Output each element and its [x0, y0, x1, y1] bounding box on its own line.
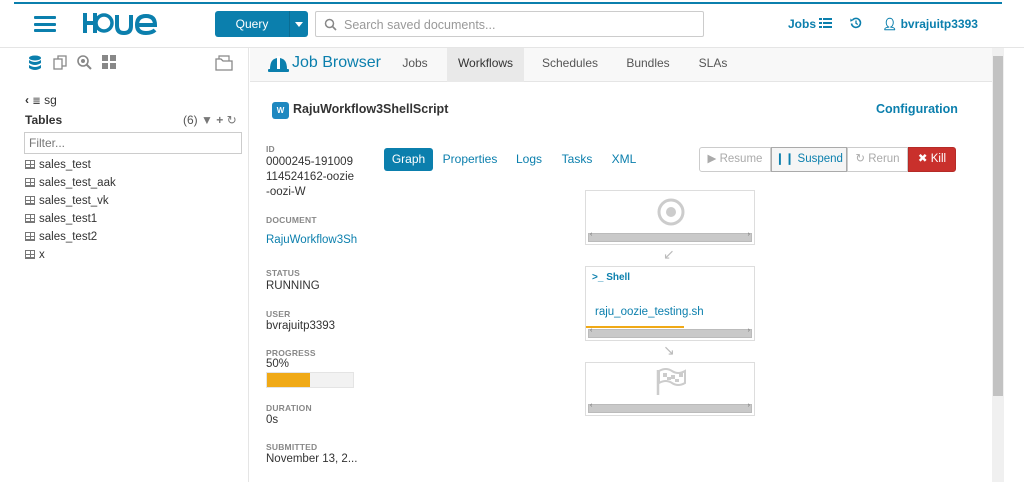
- user-menu[interactable]: 👤︎ bvrajuitp3393: [882, 17, 978, 31]
- table-icon: [25, 196, 35, 205]
- documents-icon[interactable]: [53, 55, 68, 70]
- start-node[interactable]: [585, 190, 755, 245]
- filter-icon[interactable]: ▼︎: [201, 113, 213, 127]
- left-assist-panel: ‹ ≣ sg Tables (6) ▼︎ + ↻ sales_test sale…: [0, 48, 249, 482]
- shell-action-label: Shell: [606, 272, 631, 283]
- query-button[interactable]: Query: [215, 11, 289, 37]
- table-item[interactable]: x: [25, 249, 45, 261]
- database-icon[interactable]: [28, 55, 42, 71]
- rerun-button[interactable]: ↻ Rerun: [847, 147, 908, 172]
- refresh-icon[interactable]: ↻: [227, 113, 237, 127]
- tab-tasks[interactable]: Tasks: [558, 148, 596, 171]
- rerun-icon: ↻: [855, 153, 866, 165]
- tab-logs[interactable]: Logs: [512, 148, 546, 171]
- table-item[interactable]: sales_test_vk: [25, 195, 109, 207]
- suspend-button[interactable]: ❙❙ Suspend: [771, 147, 847, 172]
- table-icon: [25, 178, 35, 187]
- hue-logo[interactable]: [82, 8, 162, 38]
- job-browser-title: Job Browser: [292, 54, 381, 71]
- back-chevron-icon[interactable]: ‹: [25, 93, 29, 107]
- workflow-icon: W: [272, 102, 289, 119]
- finish-flag-icon: [656, 368, 686, 395]
- terminal-icon: >_: [592, 272, 604, 283]
- job-browser-hardhat-icon: [268, 56, 289, 72]
- table-item[interactable]: sales_test2: [25, 231, 97, 243]
- page-scrollbar-thumb[interactable]: [993, 56, 1003, 396]
- submitted-value: November 13, 2...: [266, 453, 358, 465]
- document-link[interactable]: RajuWorkflow3Sh: [266, 234, 357, 246]
- query-dropdown-caret-icon[interactable]: [289, 11, 308, 37]
- tab-graph[interactable]: Graph: [384, 148, 433, 171]
- top-navbar: Query Jobs 👤︎ bvrajuitp3393: [0, 0, 1024, 48]
- id-value: 0000245-191009 114524162-oozie -oozi-W: [266, 156, 355, 198]
- folder-icon[interactable]: [215, 55, 233, 71]
- id-label: ID: [266, 144, 275, 154]
- search-data-icon[interactable]: [77, 55, 92, 70]
- status-label: STATUS: [266, 268, 300, 278]
- tab-slas[interactable]: SLAs: [690, 48, 736, 82]
- tab-xml[interactable]: XML: [608, 148, 640, 171]
- node-scrollbar[interactable]: [588, 402, 752, 413]
- jobs-list-icon[interactable]: [819, 17, 832, 29]
- duration-label: DURATION: [266, 403, 312, 413]
- document-label: DOCUMENT: [266, 215, 317, 225]
- user-name: bvrajuitp3393: [900, 17, 978, 31]
- history-icon[interactable]: [850, 17, 862, 29]
- table-filter-input[interactable]: [24, 132, 242, 154]
- user-label: USER: [266, 309, 291, 319]
- database-small-icon: ≣: [32, 96, 41, 107]
- play-icon: ▶︎: [707, 153, 717, 165]
- database-name: sg: [44, 93, 57, 107]
- flow-arrow-icon: ↘: [663, 342, 675, 358]
- workflow-title: RajuWorkflow3ShellScript: [293, 102, 449, 116]
- table-icon: [25, 214, 35, 223]
- database-breadcrumb[interactable]: ‹ ≣ sg: [25, 93, 57, 107]
- add-icon[interactable]: +: [216, 113, 223, 127]
- pause-icon: ❙❙: [775, 153, 795, 165]
- node-scrollbar[interactable]: [588, 231, 752, 242]
- status-value: RUNNING: [266, 280, 320, 292]
- configuration-link[interactable]: Configuration: [876, 102, 958, 116]
- start-target-icon: [657, 198, 685, 226]
- tab-workflows[interactable]: Workflows: [447, 48, 524, 82]
- user-value: bvrajuitp3393: [266, 320, 336, 332]
- progress-value: 50%: [266, 358, 290, 370]
- table-item[interactable]: sales_test1: [25, 213, 97, 225]
- tab-jobs[interactable]: Jobs: [394, 48, 436, 82]
- grid-icon[interactable]: [102, 55, 116, 69]
- table-icon: [25, 232, 35, 241]
- hamburger-menu-icon[interactable]: [34, 16, 56, 32]
- submitted-label: SUBMITTED: [266, 442, 318, 452]
- tables-count: (6) ▼︎ + ↻: [183, 113, 237, 127]
- jobs-link[interactable]: Jobs: [788, 17, 816, 31]
- shell-action-progress: [586, 326, 684, 328]
- search-icon: [324, 18, 337, 31]
- table-icon: [25, 160, 35, 169]
- table-item[interactable]: sales_test: [25, 159, 91, 171]
- node-scrollbar[interactable]: [588, 327, 752, 338]
- kill-x-icon: ✖︎: [917, 153, 928, 165]
- end-node[interactable]: [585, 362, 755, 416]
- page-scrollbar[interactable]: [992, 48, 1004, 482]
- resume-button[interactable]: ▶︎ Resume: [699, 147, 771, 172]
- tab-bundles[interactable]: Bundles: [618, 48, 678, 82]
- duration-value: 0s: [266, 414, 279, 426]
- search-box: [315, 11, 704, 37]
- progress-fill: [267, 373, 310, 387]
- flow-arrow-icon: ↙: [663, 246, 675, 262]
- kill-button[interactable]: ✖︎ Kill: [908, 147, 956, 172]
- table-item[interactable]: sales_test_aak: [25, 177, 116, 189]
- top-accent-line: [14, 2, 1002, 4]
- tables-heading: Tables: [25, 113, 63, 127]
- shell-script-link[interactable]: raju_oozie_testing.sh: [595, 306, 704, 318]
- progress-bar: [266, 372, 354, 388]
- search-input[interactable]: [344, 16, 694, 34]
- tab-properties[interactable]: Properties: [440, 148, 500, 171]
- tab-schedules[interactable]: Schedules: [534, 48, 606, 82]
- table-icon: [25, 250, 35, 259]
- user-icon: 👤︎: [882, 17, 898, 31]
